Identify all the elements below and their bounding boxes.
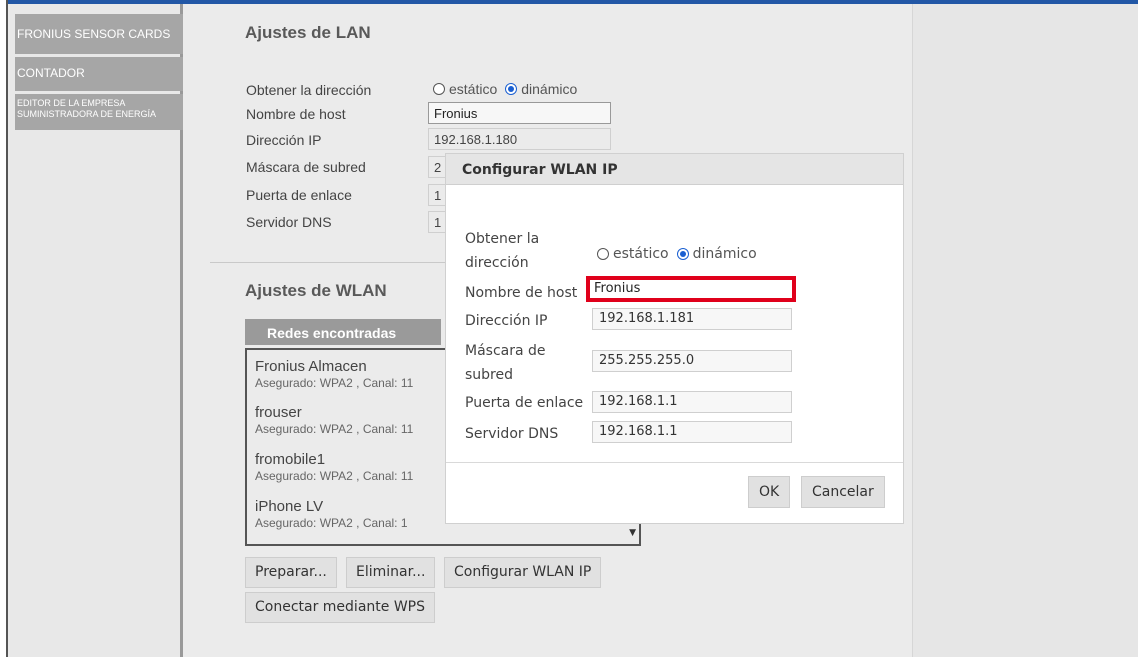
lan-hostname-input[interactable]: Fronius <box>428 102 611 124</box>
network-name: fromobile1 <box>255 451 326 468</box>
dialog-dns-input[interactable]: 192.168.1.1 <box>592 421 792 443</box>
dialog-dns-label: Servidor DNS <box>465 426 559 442</box>
dialog-dynamic-radio[interactable] <box>676 248 689 260</box>
delete-button[interactable]: Eliminar... <box>346 557 436 588</box>
lan-mask-label: Máscara de subred <box>246 159 366 175</box>
configure-wlan-ip-button[interactable]: Configurar WLAN IP <box>444 557 602 588</box>
list-item[interactable]: fromobile1 Asegurado: WPA2 , Canal: 11 <box>255 451 413 483</box>
right-panel <box>912 4 1138 657</box>
dialog-mask-label: Máscara de subred <box>465 339 546 387</box>
network-name: iPhone LV <box>255 498 324 515</box>
configure-wlan-ip-dialog: Configurar WLAN IP Obtener la dirección … <box>445 153 904 524</box>
dialog-divider <box>446 462 903 463</box>
dialog-address-label: Obtener la dirección <box>465 227 539 275</box>
lan-dynamic-label: dinámico <box>521 81 578 97</box>
dialog-gateway-label: Puerta de enlace <box>465 395 584 411</box>
sidebar-item-label: EDITOR DE LA EMPRESA SUMINISTRADORA DE E… <box>17 98 157 119</box>
window-edge <box>0 0 8 657</box>
lan-dns-label: Servidor DNS <box>246 214 332 230</box>
network-security: Asegurado: WPA2 , Canal: 1 <box>255 516 408 530</box>
dialog-address-radios: estático dinámico <box>597 246 757 262</box>
lan-hostname-label: Nombre de host <box>246 106 346 122</box>
section-divider <box>210 262 470 263</box>
dialog-mask-input[interactable]: 255.255.255.0 <box>592 350 792 372</box>
dialog-gateway-input[interactable]: 192.168.1.1 <box>592 391 792 413</box>
dialog-address-label-line2: dirección <box>465 255 529 271</box>
sidebar-item-sensor-cards[interactable]: FRONIUS SENSOR CARDS <box>15 14 183 54</box>
sidebar-item-energy-editor[interactable]: EDITOR DE LA EMPRESA SUMINISTRADORA DE E… <box>15 94 183 130</box>
lan-address-label: Obtener la dirección <box>246 82 372 98</box>
lan-static-label: estático <box>449 81 498 97</box>
dialog-ip-input[interactable]: 192.168.1.181 <box>592 308 792 330</box>
sidebar-item-label: CONTADOR <box>17 66 85 80</box>
list-item[interactable]: iPhone LV Asegurado: WPA2 , Canal: 1 <box>255 498 408 530</box>
dialog-ip-label: Dirección IP <box>465 313 548 329</box>
lan-address-radios: estático dinámico <box>433 81 577 97</box>
network-name: frouser <box>255 404 302 421</box>
prepare-button[interactable]: Preparar... <box>245 557 337 588</box>
lan-ip-label: Dirección IP <box>246 132 322 148</box>
wlan-section-title: Ajustes de WLAN <box>245 281 387 300</box>
networks-header: Redes encontradas <box>245 319 441 345</box>
list-item[interactable]: Fronius Almacen Asegurado: WPA2 , Canal:… <box>255 358 413 390</box>
dialog-title: Configurar WLAN IP <box>446 154 903 185</box>
sidebar-item-contador[interactable]: CONTADOR <box>15 57 183 91</box>
lan-static-radio[interactable] <box>433 83 445 95</box>
dialog-hostname-input[interactable]: Fronius <box>586 276 796 302</box>
lan-dynamic-radio[interactable] <box>505 83 518 95</box>
wps-connect-button[interactable]: Conectar mediante WPS <box>245 592 436 623</box>
lan-section-title: Ajustes de LAN <box>245 23 371 42</box>
sidebar-item-label: FRONIUS SENSOR CARDS <box>17 27 171 41</box>
network-security: Asegurado: WPA2 , Canal: 11 <box>255 422 414 436</box>
dialog-static-label: estático <box>613 246 669 262</box>
lan-ip-input[interactable]: 192.168.1.180 <box>428 128 611 150</box>
cancel-button[interactable]: Cancelar <box>801 476 885 508</box>
network-security: Asegurado: WPA2 , Canal: 11 <box>255 469 414 483</box>
dialog-dynamic-label: dinámico <box>692 246 757 262</box>
dialog-mask-label-line1: Máscara de <box>465 343 546 359</box>
lan-gateway-label: Puerta de enlace <box>246 187 352 203</box>
network-name: Fronius Almacen <box>255 358 367 375</box>
dialog-hostname-label: Nombre de host <box>465 285 578 301</box>
dialog-address-label-line1: Obtener la <box>465 231 540 247</box>
ok-button[interactable]: OK <box>748 476 791 508</box>
dialog-mask-label-line2: subred <box>465 367 514 383</box>
list-item[interactable]: frouser Asegurado: WPA2 , Canal: 11 <box>255 404 413 436</box>
chevron-down-icon[interactable]: ▼ <box>610 528 640 544</box>
network-security: Asegurado: WPA2 , Canal: 11 <box>255 376 414 390</box>
dialog-static-radio[interactable] <box>597 248 609 260</box>
